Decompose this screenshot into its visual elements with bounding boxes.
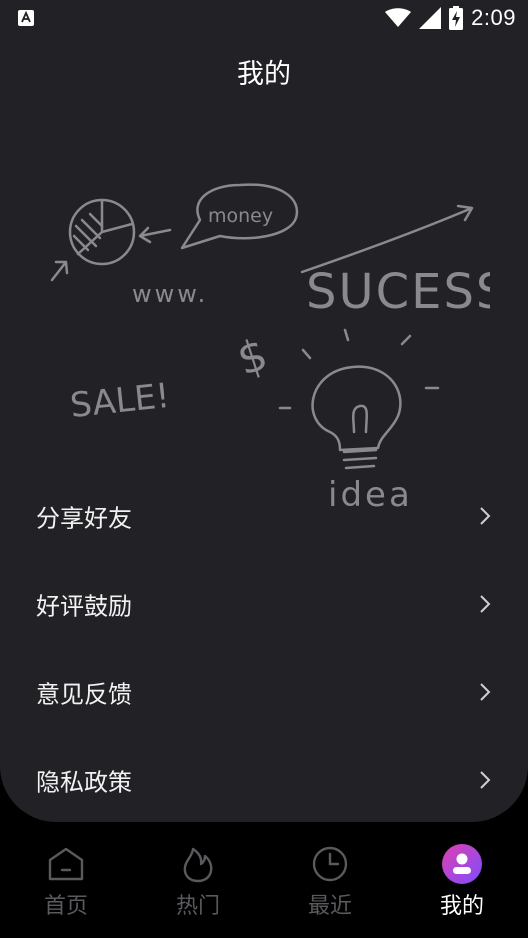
- settings-menu: 分享好友 好评鼓励 意见反馈 隐私政策: [0, 472, 528, 822]
- business-doodle-illustration: money www. SUCESS $ SALE! idea: [50, 183, 490, 515]
- menu-item-label: 分享好友: [36, 504, 132, 533]
- tab-label: 热门: [175, 894, 220, 919]
- menu-item-rate-app[interactable]: 好评鼓励: [0, 560, 528, 648]
- chevron-right-icon: [480, 683, 491, 701]
- battery-charging-icon: [449, 6, 464, 30]
- lightbulb-doodle: [278, 328, 440, 470]
- bottom-tab-bar: 首页 热门 最近 我的: [0, 832, 528, 938]
- chevron-right-icon: [480, 771, 491, 789]
- success-text: SUCESS: [306, 264, 490, 320]
- menu-item-label: 隐私政策: [36, 768, 132, 797]
- home-icon: [48, 847, 84, 881]
- status-bar: 2:09: [0, 0, 528, 36]
- sale-text: SALE!: [68, 376, 171, 426]
- arrow-doodle-1: [138, 226, 172, 244]
- flame-icon: [183, 847, 213, 883]
- www-text: www.: [132, 280, 208, 308]
- wifi-icon: [385, 8, 412, 27]
- tab-home[interactable]: 首页: [0, 832, 132, 938]
- pie-chart-doodle: [68, 198, 136, 266]
- menu-item-label: 好评鼓励: [36, 592, 132, 621]
- chevron-right-icon: [480, 507, 491, 525]
- menu-item-privacy-policy[interactable]: 隐私政策: [0, 736, 528, 822]
- tab-label: 我的: [439, 894, 484, 919]
- tab-recent[interactable]: 最近: [264, 832, 396, 938]
- tab-hot[interactable]: 热门: [132, 832, 264, 938]
- page-title: 我的: [237, 59, 291, 90]
- a-notification-icon: [18, 10, 34, 26]
- money-bubble-doodle: money: [180, 183, 299, 250]
- chevron-right-icon: [480, 595, 491, 613]
- clock-icon: [312, 846, 348, 882]
- menu-item-label: 意见反馈: [36, 680, 132, 709]
- status-icons: 2:09: [385, 4, 516, 32]
- main-card: 2:09 我的 money www. SUCESS $ SALE! idea 分…: [0, 0, 528, 822]
- profile-icon: [442, 844, 482, 884]
- tab-label: 最近: [307, 894, 352, 919]
- dollar-text: $: [231, 329, 273, 386]
- menu-item-feedback[interactable]: 意见反馈: [0, 648, 528, 736]
- money-text: money: [208, 205, 273, 227]
- arrow-doodle-2: [50, 260, 69, 282]
- tab-label: 首页: [43, 894, 88, 919]
- menu-item-share-friends[interactable]: 分享好友: [0, 472, 528, 560]
- success-arrow-doodle: SUCESS: [300, 204, 490, 320]
- status-time: 2:09: [471, 5, 516, 30]
- tab-mine[interactable]: 我的: [396, 832, 528, 938]
- signal-icon: [419, 7, 442, 29]
